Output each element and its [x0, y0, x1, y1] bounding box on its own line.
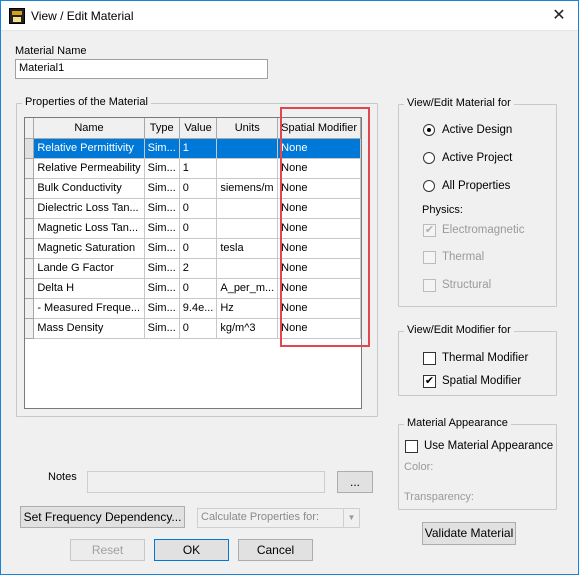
- property-name-cell[interactable]: Lande G Factor: [33, 258, 145, 279]
- property-units-cell[interactable]: siemens/m: [216, 178, 279, 199]
- column-header-units[interactable]: Units: [216, 118, 279, 139]
- radio-label: Active Design: [442, 124, 513, 136]
- checkbox[interactable]: [405, 440, 418, 453]
- column-header-type[interactable]: Type: [144, 118, 180, 139]
- material-name-label: Material Name: [15, 45, 87, 57]
- spatial-modifier-highlight: [280, 107, 370, 347]
- properties-group-title: Properties of the Material: [22, 96, 151, 108]
- property-units-cell[interactable]: [216, 198, 279, 219]
- property-value-cell[interactable]: 1: [179, 138, 218, 159]
- property-value-cell[interactable]: 0: [179, 318, 218, 339]
- title-bar[interactable]: View / Edit Material ✕: [1, 1, 578, 31]
- property-type-cell[interactable]: Sim...: [144, 178, 180, 199]
- radio-label: All Properties: [442, 180, 511, 192]
- checkbox: [423, 279, 436, 292]
- checkbox-label: Thermal: [442, 251, 485, 263]
- cancel-button[interactable]: Cancel: [238, 539, 313, 561]
- property-name-cell[interactable]: Delta H: [33, 278, 145, 299]
- set-frequency-dependency-button[interactable]: Set Frequency Dependency...: [20, 506, 185, 528]
- property-name-cell[interactable]: Magnetic Saturation: [33, 238, 145, 259]
- row-header[interactable]: [25, 198, 35, 219]
- validate-material-button[interactable]: Validate Material: [422, 522, 516, 545]
- calculate-properties-label: Calculate Properties for:: [201, 511, 319, 523]
- checkbox[interactable]: [423, 352, 436, 365]
- checkbox-label: Use Material Appearance: [424, 440, 554, 452]
- window-title: View / Edit Material: [31, 9, 134, 23]
- property-name-cell[interactable]: Relative Permittivity: [33, 138, 145, 159]
- transparency-label: Transparency:: [404, 491, 474, 503]
- property-value-cell[interactable]: 0: [179, 218, 218, 239]
- ok-button[interactable]: OK: [154, 539, 229, 561]
- property-type-cell[interactable]: Sim...: [144, 158, 180, 179]
- property-type-cell[interactable]: Sim...: [144, 278, 180, 299]
- checkbox-label: Structural: [442, 279, 492, 291]
- row-header[interactable]: [25, 178, 35, 199]
- reset-button: Reset: [70, 539, 145, 561]
- checkbox-label: Thermal Modifier: [442, 352, 529, 364]
- checkbox: [423, 251, 436, 264]
- property-units-cell[interactable]: [216, 258, 279, 279]
- property-type-cell[interactable]: Sim...: [144, 298, 180, 319]
- material-name-input[interactable]: Material1: [15, 59, 268, 79]
- dialog-window: View / Edit Material ✕ Material Name Mat…: [0, 0, 579, 575]
- row-header[interactable]: [25, 158, 35, 179]
- property-type-cell[interactable]: Sim...: [144, 258, 180, 279]
- property-units-cell[interactable]: A_per_m...: [216, 278, 279, 299]
- physics-label: Physics:: [422, 204, 463, 216]
- property-type-cell[interactable]: Sim...: [144, 238, 180, 259]
- appearance-group-title: Material Appearance: [404, 417, 511, 429]
- calculate-properties-dropdown[interactable]: Calculate Properties for: ▼: [197, 508, 360, 528]
- radio-button[interactable]: [423, 152, 435, 164]
- close-icon[interactable]: ✕: [542, 4, 576, 28]
- property-name-cell[interactable]: Dielectric Loss Tan...: [33, 198, 145, 219]
- property-units-cell[interactable]: tesla: [216, 238, 279, 259]
- row-header[interactable]: [25, 238, 35, 259]
- property-type-cell[interactable]: Sim...: [144, 318, 180, 339]
- row-header[interactable]: [25, 278, 35, 299]
- color-label: Color:: [404, 461, 434, 473]
- radio-button[interactable]: [423, 124, 435, 136]
- property-value-cell[interactable]: 0: [179, 278, 218, 299]
- property-value-cell[interactable]: 0: [179, 238, 218, 259]
- property-value-cell[interactable]: 9.4e...: [179, 298, 218, 319]
- checkbox-label: Spatial Modifier: [442, 375, 522, 387]
- row-header[interactable]: [25, 218, 35, 239]
- property-units-cell[interactable]: Hz: [216, 298, 279, 319]
- row-header[interactable]: [25, 138, 35, 159]
- row-header[interactable]: [25, 318, 35, 339]
- property-name-cell[interactable]: Mass Density: [33, 318, 145, 339]
- notes-input[interactable]: [87, 471, 325, 493]
- property-units-cell[interactable]: [216, 158, 279, 179]
- radio-button[interactable]: [423, 180, 435, 192]
- header-corner: [25, 118, 35, 139]
- property-value-cell[interactable]: 2: [179, 258, 218, 279]
- notes-browse-button[interactable]: ...: [337, 471, 373, 493]
- notes-label: Notes: [48, 471, 77, 483]
- row-header[interactable]: [25, 258, 35, 279]
- checkbox-label: Electromagnetic: [442, 224, 525, 236]
- chevron-down-icon[interactable]: ▼: [343, 509, 359, 527]
- app-icon: [9, 8, 25, 24]
- property-name-cell[interactable]: - Measured Freque...: [33, 298, 145, 319]
- property-value-cell[interactable]: 0: [179, 198, 218, 219]
- property-value-cell[interactable]: 1: [179, 158, 218, 179]
- checkbox: ✔: [423, 224, 436, 237]
- property-name-cell[interactable]: Relative Permeability: [33, 158, 145, 179]
- property-type-cell[interactable]: Sim...: [144, 198, 180, 219]
- property-name-cell[interactable]: Magnetic Loss Tan...: [33, 218, 145, 239]
- checkbox[interactable]: ✔: [423, 375, 436, 388]
- view-edit-material-title: View/Edit Material for: [404, 97, 514, 109]
- radio-label: Active Project: [442, 152, 513, 164]
- property-units-cell[interactable]: [216, 218, 279, 239]
- column-header-name[interactable]: Name: [33, 118, 145, 139]
- property-value-cell[interactable]: 0: [179, 178, 218, 199]
- property-units-cell[interactable]: [216, 138, 279, 159]
- property-type-cell[interactable]: Sim...: [144, 138, 180, 159]
- row-header[interactable]: [25, 298, 35, 319]
- property-name-cell[interactable]: Bulk Conductivity: [33, 178, 145, 199]
- modifier-group-title: View/Edit Modifier for: [404, 324, 514, 336]
- column-header-value[interactable]: Value: [179, 118, 218, 139]
- property-units-cell[interactable]: kg/m^3: [216, 318, 279, 339]
- property-type-cell[interactable]: Sim...: [144, 218, 180, 239]
